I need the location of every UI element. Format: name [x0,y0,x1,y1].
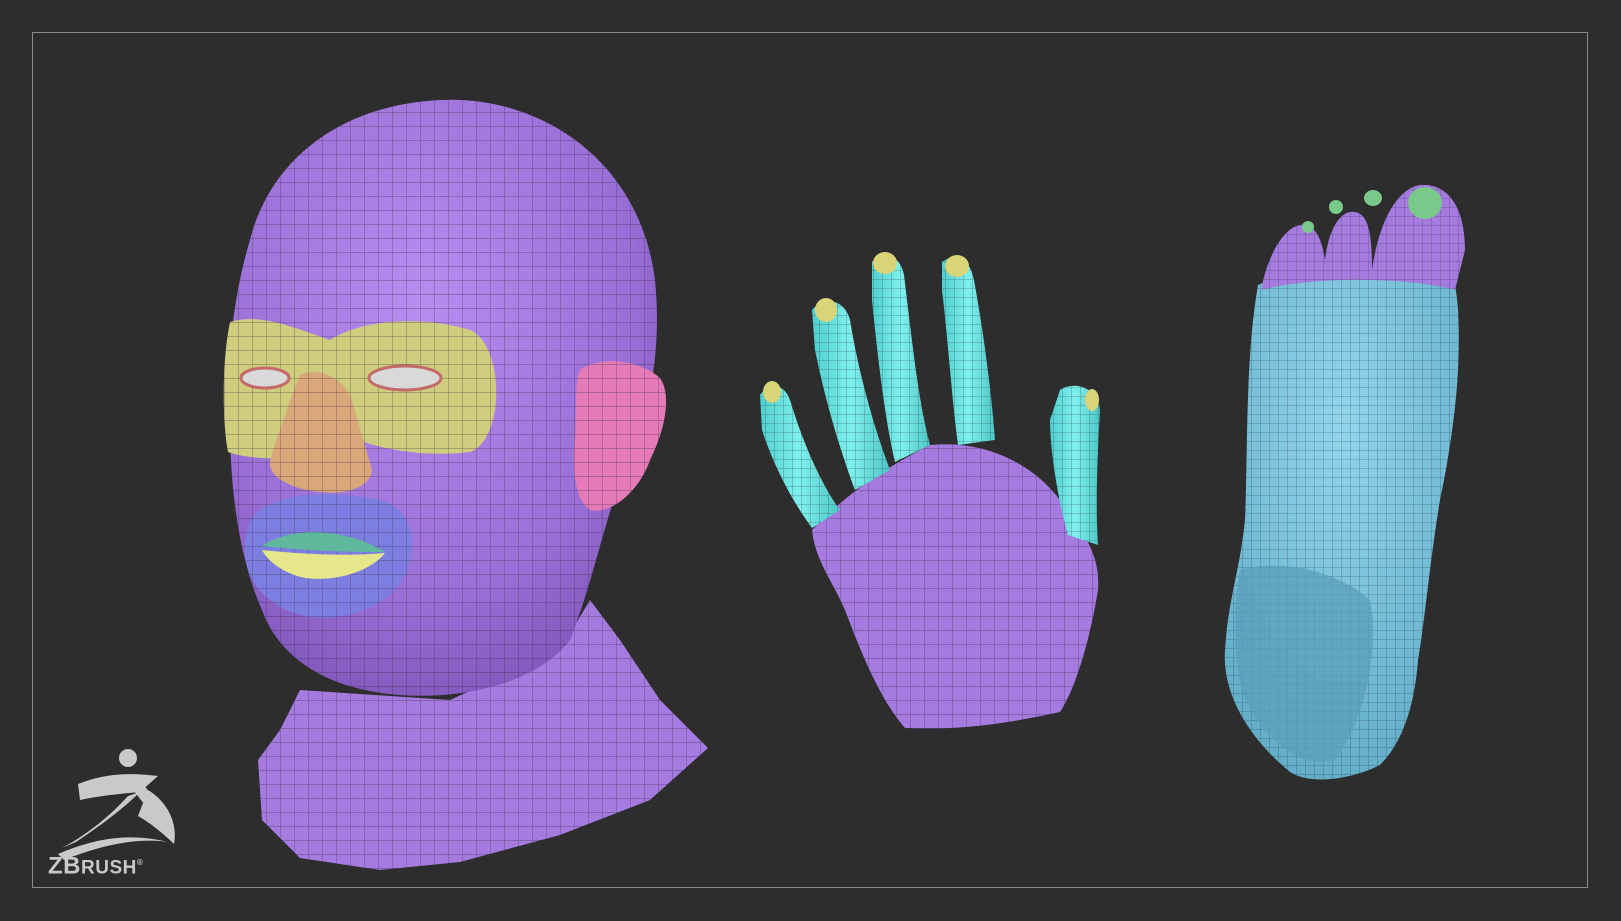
toenail-second [1364,190,1382,206]
toenail-fourth [1302,221,1314,233]
nail-pinky [763,381,781,403]
toenail-big [1408,187,1442,219]
right-eye [367,364,443,392]
scene-render [223,99,1465,870]
nail-index [945,255,969,277]
left-eye [239,366,291,390]
foot-model[interactable] [1224,184,1465,780]
logo-text-small: RUSH [81,857,137,879]
hand-model[interactable] [760,252,1100,729]
logo-text-big: ZB [48,852,81,880]
toenail-third [1329,200,1343,214]
nail-thumb [1085,389,1099,411]
nail-middle [873,252,897,274]
nail-ring [815,298,837,322]
viewport-canvas[interactable]: ZBRUSH® [0,0,1621,921]
zbrush-logo-text: ZBRUSH® [48,852,143,879]
logo-registered: ® [136,858,144,867]
head-model[interactable] [223,99,708,870]
